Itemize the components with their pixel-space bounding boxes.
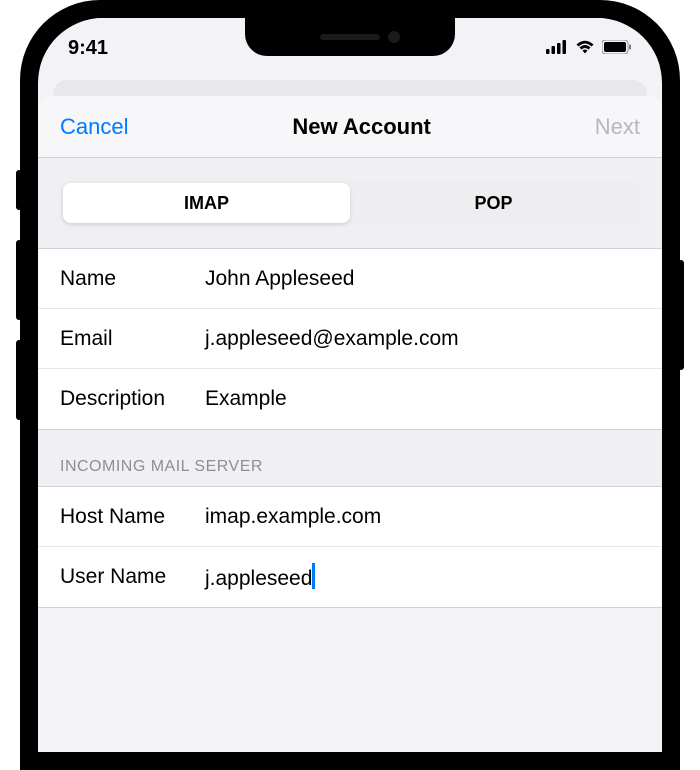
incoming-server-header: INCOMING MAIL SERVER xyxy=(38,430,662,486)
wifi-icon xyxy=(575,37,595,60)
device-frame: 9:41 Cancel xyxy=(20,0,680,770)
email-row[interactable]: Email j.appleseed@example.com xyxy=(38,309,662,369)
name-row[interactable]: Name John Appleseed xyxy=(38,249,662,309)
name-field[interactable]: John Appleseed xyxy=(205,267,640,291)
navigation-bar: Cancel New Account Next xyxy=(38,96,662,158)
modal-sheet: Cancel New Account Next IMAP POP xyxy=(38,96,662,752)
description-field[interactable]: Example xyxy=(205,387,640,411)
description-label: Description xyxy=(60,387,205,411)
device-power-button xyxy=(678,260,684,370)
camera-icon xyxy=(388,31,400,43)
description-row[interactable]: Description Example xyxy=(38,369,662,429)
page-title: New Account xyxy=(292,114,431,140)
hostname-field[interactable]: imap.example.com xyxy=(205,505,640,529)
device-volume-down xyxy=(16,340,22,420)
username-field[interactable]: j.appleseed xyxy=(205,563,640,591)
battery-icon xyxy=(602,37,632,60)
next-button[interactable]: Next xyxy=(595,114,640,140)
form-content: IMAP POP Name John Appleseed Email j.app… xyxy=(38,158,662,608)
device-silent-switch xyxy=(16,170,22,210)
cancel-button[interactable]: Cancel xyxy=(60,114,128,140)
username-value: j.appleseed xyxy=(205,567,312,590)
device-volume-up xyxy=(16,240,22,320)
speaker-icon xyxy=(320,34,380,40)
username-label: User Name xyxy=(60,565,205,589)
device-inner: 9:41 Cancel xyxy=(38,18,662,752)
status-indicators xyxy=(546,37,632,60)
protocol-section: IMAP POP xyxy=(38,158,662,248)
email-field[interactable]: j.appleseed@example.com xyxy=(205,327,640,351)
device-notch xyxy=(245,18,455,56)
segment-imap[interactable]: IMAP xyxy=(63,183,350,223)
name-label: Name xyxy=(60,267,205,291)
email-label: Email xyxy=(60,327,205,351)
hostname-row[interactable]: Host Name imap.example.com xyxy=(38,487,662,547)
segment-pop[interactable]: POP xyxy=(350,183,637,223)
account-info-group: Name John Appleseed Email j.appleseed@ex… xyxy=(38,248,662,430)
hostname-label: Host Name xyxy=(60,505,205,529)
incoming-server-group: Host Name imap.example.com User Name j.a… xyxy=(38,486,662,608)
screen: 9:41 Cancel xyxy=(38,18,662,752)
cellular-signal-icon xyxy=(546,37,568,60)
protocol-segmented-control[interactable]: IMAP POP xyxy=(60,180,640,226)
username-row[interactable]: User Name j.appleseed xyxy=(38,547,662,607)
status-time: 9:41 xyxy=(68,37,108,60)
text-cursor-icon xyxy=(312,563,315,589)
